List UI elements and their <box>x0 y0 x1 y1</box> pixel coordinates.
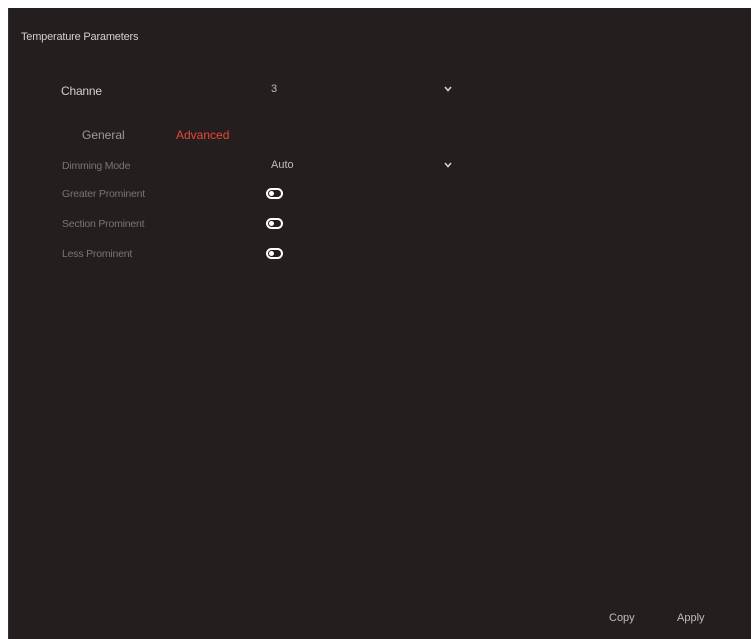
tab-advanced[interactable]: Advanced <box>176 128 229 142</box>
copy-button[interactable]: Copy <box>609 612 635 624</box>
apply-button[interactable]: Apply <box>677 612 705 624</box>
page-title: Temperature Parameters <box>21 31 139 43</box>
dimming-mode-select[interactable]: Auto <box>269 157 455 175</box>
tab-general[interactable]: General <box>82 128 125 142</box>
section-prominent-toggle[interactable] <box>266 218 283 229</box>
section-prominent-label: Section Prominent <box>62 218 145 230</box>
temperature-parameters-panel: Temperature Parameters Channe 3 General … <box>8 8 751 639</box>
toggle-knob <box>269 251 274 256</box>
channel-select[interactable]: 3 <box>269 81 455 99</box>
channel-label: Channe <box>61 84 102 98</box>
toggle-knob <box>269 191 274 196</box>
greater-prominent-toggle[interactable] <box>266 188 283 199</box>
greater-prominent-label: Greater Prominent <box>62 188 145 200</box>
less-prominent-toggle[interactable] <box>266 248 283 259</box>
less-prominent-label: Less Prominent <box>62 248 133 260</box>
toggle-knob <box>269 221 274 226</box>
chevron-down-icon <box>444 86 452 92</box>
dimming-mode-value: Auto <box>271 159 294 171</box>
channel-value: 3 <box>271 83 278 95</box>
dimming-mode-label: Dimming Mode <box>62 160 131 172</box>
chevron-down-icon <box>444 162 452 168</box>
